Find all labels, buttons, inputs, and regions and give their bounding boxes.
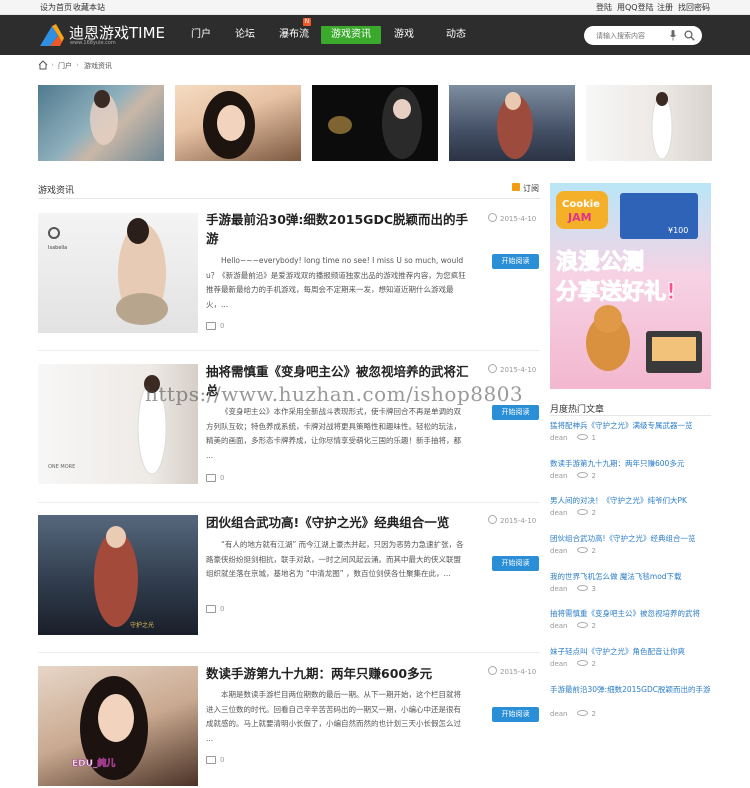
sidebar-title: 月度热门文章 bbox=[550, 405, 605, 415]
divider bbox=[550, 415, 711, 416]
article-image[interactable]: 守护之光 bbox=[38, 515, 198, 635]
article-date: 2015-4-10 bbox=[488, 364, 536, 374]
comment-count: 0 bbox=[220, 474, 225, 482]
article-image[interactable]: Isabella bbox=[38, 213, 198, 333]
comment-icon[interactable] bbox=[206, 322, 216, 330]
nav-waterfall[interactable]: 瀑布流 bbox=[276, 26, 312, 44]
sidebar-article-meta: dean 2 bbox=[550, 547, 596, 555]
search-box bbox=[584, 26, 702, 45]
article-date: 2015-4-10 bbox=[488, 213, 536, 223]
views-icon bbox=[577, 547, 589, 553]
read-more-button[interactable]: 开始阅读 bbox=[492, 254, 539, 269]
svg-text:EDU_純儿: EDU_純儿 bbox=[72, 757, 115, 769]
article-excerpt: 本期是数读手游栏目两位期数的最后一期。从下一期开始，这个栏目就将进入三位数的时代… bbox=[206, 690, 461, 743]
article-date: 2015-4-10 bbox=[488, 666, 536, 676]
qq-login-link[interactable]: 用QQ登陆 bbox=[617, 2, 654, 13]
sidebar-article-link[interactable]: 猛将配神兵《守护之光》满级专属武器一览 bbox=[550, 420, 712, 431]
nav-games[interactable]: 游戏 bbox=[389, 26, 419, 44]
featured-thumbnail[interactable] bbox=[38, 85, 164, 161]
subscribe-link[interactable]: 订阅 bbox=[523, 183, 539, 194]
sidebar-article-meta: dean 2 bbox=[550, 509, 596, 517]
read-more-button[interactable]: 开始阅读 bbox=[492, 707, 539, 722]
banner-card-value: ¥100 bbox=[668, 226, 688, 235]
site-header: 迪恩游戏TIME www.168yule.com 门户 论坛 瀑布流 N 游戏资… bbox=[0, 15, 750, 55]
views-icon bbox=[577, 509, 589, 515]
divider bbox=[38, 350, 540, 351]
featured-thumbnail[interactable] bbox=[449, 85, 575, 161]
featured-thumbnail[interactable] bbox=[175, 85, 301, 161]
comment-icon[interactable] bbox=[206, 605, 216, 613]
read-more-button[interactable]: 开始阅读 bbox=[492, 405, 539, 420]
brand-url: www.168yule.com bbox=[70, 40, 116, 46]
article-title[interactable]: 数读手游第九十九期：两年只赚600多元 bbox=[206, 664, 476, 683]
featured-thumbnail[interactable] bbox=[586, 85, 712, 161]
divider bbox=[38, 502, 540, 503]
divider bbox=[38, 198, 540, 199]
sidebar-article-link[interactable]: 妹子轻点叫《守护之光》角色配音让你爽 bbox=[550, 646, 712, 657]
views-icon bbox=[577, 472, 589, 478]
article-title[interactable]: 手游最前沿30弹:细数2015GDC脱颖而出的手游 bbox=[206, 210, 476, 248]
microphone-icon[interactable] bbox=[670, 30, 676, 41]
svg-text:守护之光: 守护之光 bbox=[130, 621, 154, 629]
sidebar-article-link[interactable]: 我的世界飞机怎么做 魔法飞毯mod下载 bbox=[550, 571, 712, 582]
sidebar-article-meta: dean 2 bbox=[550, 622, 596, 630]
set-homepage-link[interactable]: 设为首页 bbox=[40, 2, 72, 13]
search-input[interactable] bbox=[596, 29, 666, 42]
logo-icon[interactable] bbox=[40, 24, 68, 46]
sidebar-article-meta: dean 2 bbox=[550, 472, 596, 480]
comment-count: 0 bbox=[220, 756, 225, 764]
comment-icon[interactable] bbox=[206, 474, 216, 482]
bookmark-link[interactable]: 收藏本站 bbox=[73, 2, 105, 13]
views-icon bbox=[577, 710, 589, 716]
views-icon bbox=[577, 434, 589, 440]
read-more-button[interactable]: 开始阅读 bbox=[492, 556, 539, 571]
nav-game-news[interactable]: 游戏资讯 bbox=[321, 26, 381, 44]
promo-banner[interactable]: Cookie JAM ¥100 浪漫公测 分享送好礼! bbox=[550, 183, 711, 389]
comment-icon[interactable] bbox=[206, 756, 216, 764]
views-icon bbox=[577, 622, 589, 628]
sidebar-article-link[interactable]: 团伙组合武功高!《守护之光》经典组合一览 bbox=[550, 533, 712, 544]
section-title: 游戏资讯 bbox=[38, 186, 75, 196]
nav-portal[interactable]: 门户 bbox=[186, 26, 216, 44]
comment-count: 0 bbox=[220, 605, 225, 613]
sidebar-article-link[interactable]: 抽将需慎重《变身吧主公》被忽视培养的武将 bbox=[550, 608, 712, 619]
article-excerpt: 《变身吧主公》本作采用全新战斗表现形式，使卡牌回合不再是单调的双方列队互砍；特色… bbox=[206, 407, 461, 460]
banner-headline-1: 浪漫公测 bbox=[556, 249, 644, 275]
article-excerpt: Hello~~~everybody! long time no see! I m… bbox=[206, 256, 466, 309]
sidebar-article-meta: dean 1 bbox=[550, 434, 596, 442]
register-link[interactable]: 注册 bbox=[657, 2, 673, 13]
views-icon bbox=[577, 585, 589, 591]
article-date: 2015-4-10 bbox=[488, 515, 536, 525]
banner-headline-2: 分享送好礼! bbox=[556, 279, 676, 305]
utility-bar: 设为首页 收藏本站 登陆 用QQ登陆 注册 找回密码 bbox=[0, 0, 750, 15]
article-image[interactable]: EDU_純儿 bbox=[38, 666, 198, 786]
sidebar-article-link[interactable]: 男人间的对决！《守护之光》纯爷们大PK bbox=[550, 495, 712, 506]
recover-password-link[interactable]: 找回密码 bbox=[678, 2, 710, 13]
featured-thumbnail[interactable] bbox=[312, 85, 438, 161]
svg-text:ONE MORE: ONE MORE bbox=[48, 464, 75, 470]
sidebar-article-link[interactable]: 数读手游第九十九期：两年只赚600多元 bbox=[550, 458, 712, 469]
nav-forum[interactable]: 论坛 bbox=[230, 26, 260, 44]
banner-logo-cookie: Cookie bbox=[562, 199, 600, 210]
sidebar-article-meta: dean 3 bbox=[550, 585, 596, 593]
new-badge: N bbox=[303, 18, 311, 26]
breadcrumb-portal[interactable]: 门户 bbox=[58, 61, 72, 71]
divider bbox=[38, 652, 540, 653]
article-excerpt: “有人的地方就有江湖” 而今江湖上豪杰并起，只因为恶势力急速扩张，各路豪侠纷纷挺… bbox=[206, 540, 464, 578]
search-icon[interactable] bbox=[684, 30, 695, 41]
views-icon bbox=[577, 660, 589, 666]
banner-logo-jam: JAM bbox=[567, 211, 592, 224]
svg-text:Isabella: Isabella bbox=[48, 245, 67, 251]
comment-count: 0 bbox=[220, 322, 225, 330]
article-title[interactable]: 团伙组合武功高!《守护之光》经典组合一览 bbox=[206, 513, 476, 532]
nav-activity[interactable]: 动态 bbox=[441, 26, 471, 44]
home-icon[interactable] bbox=[38, 60, 48, 70]
breadcrumb-game-news[interactable]: 游戏资讯 bbox=[84, 61, 112, 71]
sidebar-article-link[interactable]: 手游最前沿30弹:细数2015GDC脱颖而出的手游 bbox=[550, 684, 712, 695]
watermark: https://www.huzhan.com/ishop8803 bbox=[145, 382, 524, 406]
rss-icon[interactable] bbox=[512, 183, 520, 191]
login-link[interactable]: 登陆 bbox=[596, 2, 612, 13]
sidebar-article-meta: dean 2 bbox=[550, 710, 596, 718]
sidebar-article-meta: dean 2 bbox=[550, 660, 596, 668]
